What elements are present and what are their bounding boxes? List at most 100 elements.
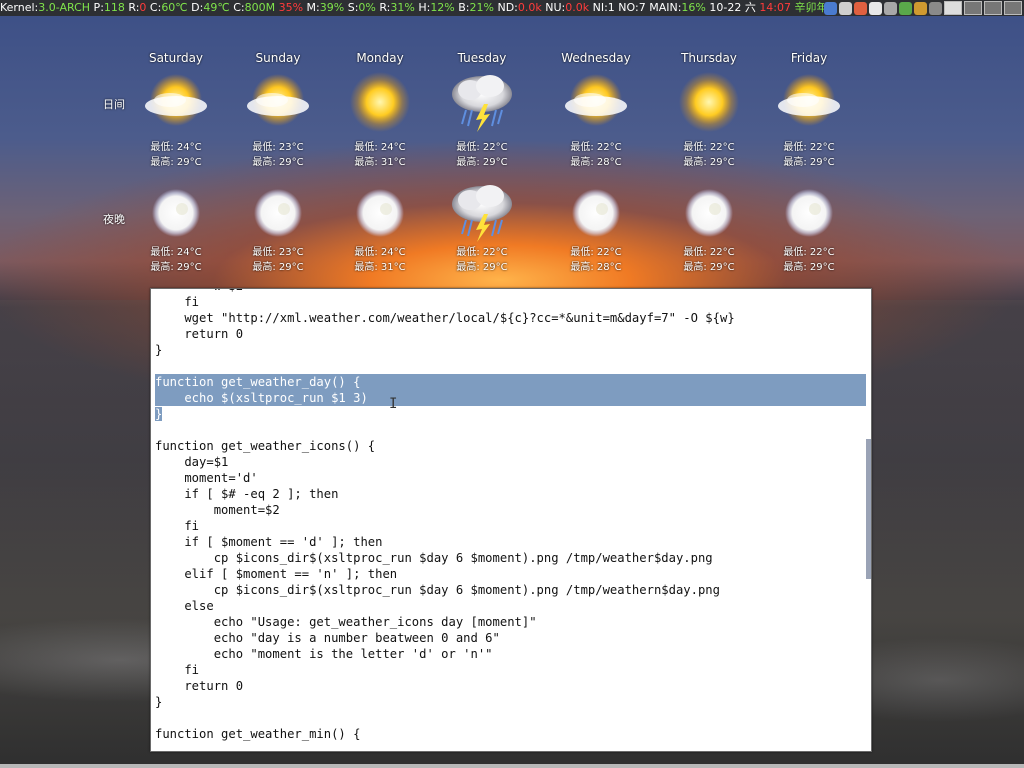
night-max-temp: 最高: 29°C <box>252 262 304 273</box>
day-name: Monday <box>356 51 404 65</box>
night-temperatures: 最低: 24°C 最高: 31°C <box>335 245 425 275</box>
night-min-temp: 最低: 24°C <box>150 247 202 258</box>
code-line[interactable]: wget "http://xml.weather.com/weather/loc… <box>155 310 867 326</box>
moon-icon <box>144 181 208 245</box>
day-name: Friday <box>790 51 828 65</box>
moon-icon <box>348 181 412 245</box>
sun-cloud-icon <box>144 70 208 134</box>
code-area[interactable]: w=$2 fi wget "http://xml.weather.com/wea… <box>155 289 867 742</box>
code-line[interactable] <box>155 358 867 374</box>
day-temperatures: 最低: 24°C 最高: 31°C <box>335 140 425 170</box>
night-temperatures: 最低: 23°C 最高: 29°C <box>233 245 323 275</box>
day-min-temp: 最低: 22°C <box>683 142 735 153</box>
code-line[interactable]: fi <box>155 294 867 310</box>
moon-icon <box>777 181 841 245</box>
code-line[interactable]: else <box>155 598 867 614</box>
sun-icon <box>677 70 741 134</box>
moon-icon <box>246 181 310 245</box>
day-row-label: 日间 <box>103 98 125 111</box>
code-line[interactable]: return 0 <box>155 326 867 342</box>
day-max-temp: 最高: 29°C <box>456 157 508 168</box>
night-min-temp: 最低: 23°C <box>252 247 304 258</box>
code-line[interactable]: function get_weather_min() { <box>155 726 867 742</box>
sun-cloud-icon <box>246 70 310 134</box>
code-line[interactable]: function get_weather_icons() { <box>155 438 867 454</box>
day-temperatures: 最低: 22°C 最高: 29°C <box>437 140 527 170</box>
code-line[interactable]: fi <box>155 662 867 678</box>
sun-icon <box>348 70 412 134</box>
code-line[interactable]: moment='d' <box>155 470 867 486</box>
night-temperatures: 最低: 22°C 最高: 29°C <box>764 245 854 275</box>
weather-panel: 日间 夜晚 Saturday 最低: 24°C 最高: 29°C 最低: 24°C 最高… <box>0 0 1024 290</box>
day-temperatures: 最低: 24°C 最高: 29°C <box>131 140 221 170</box>
day-name: Thursday <box>681 51 737 65</box>
day-min-temp: 最低: 23°C <box>252 142 304 153</box>
day-max-temp: 最高: 29°C <box>783 157 835 168</box>
scrollbar[interactable] <box>866 289 871 751</box>
day-max-temp: 最高: 29°C <box>252 157 304 168</box>
night-temperatures: 最低: 24°C 最高: 29°C <box>131 245 221 275</box>
night-max-temp: 最高: 31°C <box>354 262 406 273</box>
code-line[interactable]: echo "day is a number beatween 0 and 6" <box>155 630 867 646</box>
day-max-temp: 最高: 28°C <box>570 157 622 168</box>
night-min-temp: 最低: 22°C <box>783 247 835 258</box>
day-min-temp: 最低: 22°C <box>456 142 508 153</box>
code-editor-window[interactable]: w=$2 fi wget "http://xml.weather.com/wea… <box>150 288 872 752</box>
night-max-temp: 最高: 29°C <box>150 262 202 273</box>
day-name: Tuesday <box>457 51 507 65</box>
code-line[interactable]: } <box>155 406 867 422</box>
night-min-temp: 最低: 22°C <box>456 247 508 258</box>
day-name: Saturday <box>148 51 204 65</box>
night-temperatures: 最低: 22°C 最高: 29°C <box>437 245 527 275</box>
day-min-temp: 最低: 24°C <box>150 142 202 153</box>
code-line[interactable]: if [ $# -eq 2 ]; then <box>155 486 867 502</box>
thunderstorm-icon <box>450 70 514 134</box>
night-max-temp: 最高: 28°C <box>570 262 622 273</box>
code-line[interactable]: cp $icons_dir$(xsltproc_run $day 6 $mome… <box>155 582 867 598</box>
text-cursor-icon: I <box>389 396 398 412</box>
code-line[interactable]: echo "moment is the letter 'd' or 'n'" <box>155 646 867 662</box>
night-row-label: 夜晚 <box>103 213 125 226</box>
scroll-thumb[interactable] <box>866 439 871 579</box>
sun-cloud-icon <box>777 70 841 134</box>
moon-icon <box>564 181 628 245</box>
day-name: Sunday <box>255 51 301 65</box>
night-temperatures: 最低: 22°C 最高: 29°C <box>664 245 754 275</box>
night-min-temp: 最低: 24°C <box>354 247 406 258</box>
day-min-temp: 最低: 22°C <box>783 142 835 153</box>
code-line[interactable]: function get_weather_day() { <box>155 374 867 390</box>
night-max-temp: 最高: 29°C <box>783 262 835 273</box>
night-min-temp: 最低: 22°C <box>570 247 622 258</box>
day-temperatures: 最低: 22°C 最高: 29°C <box>664 140 754 170</box>
code-line[interactable]: elif [ $moment == 'n' ]; then <box>155 566 867 582</box>
night-max-temp: 最高: 29°C <box>683 262 735 273</box>
bottom-panel <box>0 764 1024 768</box>
code-line[interactable]: if [ $moment == 'd' ]; then <box>155 534 867 550</box>
code-line[interactable]: return 0 <box>155 678 867 694</box>
sun-cloud-icon <box>564 70 628 134</box>
night-temperatures: 最低: 22°C 最高: 28°C <box>551 245 641 275</box>
day-min-temp: 最低: 24°C <box>354 142 406 153</box>
day-min-temp: 最低: 22°C <box>570 142 622 153</box>
night-min-temp: 最低: 22°C <box>683 247 735 258</box>
day-max-temp: 最高: 29°C <box>683 157 735 168</box>
thunderstorm-icon <box>450 180 514 244</box>
day-temperatures: 最低: 22°C 最高: 28°C <box>551 140 641 170</box>
code-line[interactable]: echo "Usage: get_weather_icons day [mome… <box>155 614 867 630</box>
code-line[interactable]: cp $icons_dir$(xsltproc_run $day 6 $mome… <box>155 550 867 566</box>
day-name: Wednesday <box>561 51 631 65</box>
code-line[interactable]: moment=$2 <box>155 502 867 518</box>
day-temperatures: 最低: 23°C 最高: 29°C <box>233 140 323 170</box>
day-max-temp: 最高: 29°C <box>150 157 202 168</box>
day-temperatures: 最低: 22°C 最高: 29°C <box>764 140 854 170</box>
code-line[interactable]: } <box>155 342 867 358</box>
code-line[interactable]: fi <box>155 518 867 534</box>
code-line[interactable]: echo $(xsltproc_run $1 3) <box>155 390 867 406</box>
moon-icon <box>677 181 741 245</box>
night-max-temp: 最高: 29°C <box>456 262 508 273</box>
code-line[interactable]: day=$1 <box>155 454 867 470</box>
code-line[interactable] <box>155 422 867 438</box>
code-line[interactable] <box>155 710 867 726</box>
day-max-temp: 最高: 31°C <box>354 157 406 168</box>
code-line[interactable]: } <box>155 694 867 710</box>
